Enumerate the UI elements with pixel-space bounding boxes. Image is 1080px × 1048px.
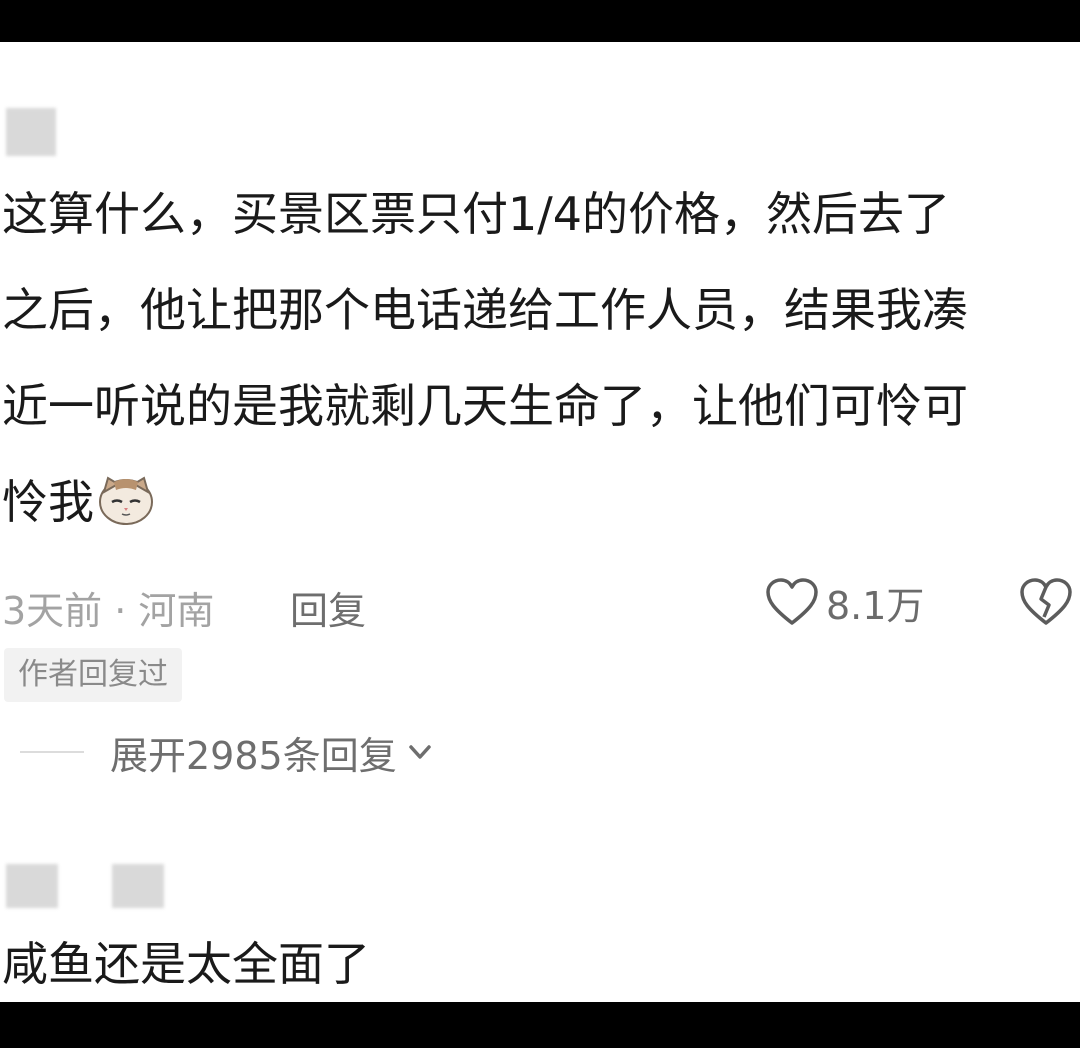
- author-replied-badge: 作者回复过: [4, 648, 182, 702]
- like-count: 8.1万: [826, 583, 925, 628]
- expand-divider: [20, 751, 84, 753]
- comment-1-line-4-text: 怜我: [2, 475, 94, 529]
- like-button[interactable]: 8.1万: [764, 574, 924, 630]
- comment-1-text: 这算什么，买景区票只付1/4的价格，然后去了 之后，他让把那个电话递给工作人员，…: [2, 166, 1078, 550]
- comment-1-line-1: 这算什么，买景区票只付1/4的价格，然后去了: [2, 187, 951, 241]
- dislike-button[interactable]: [1018, 574, 1074, 630]
- comment-1-line-3: 近一听说的是我就剩几天生命了，让他们可怜可: [2, 379, 968, 433]
- comment-1-meta: 3天前 · 河南 回复 8.1万: [0, 574, 1080, 633]
- comment-1-line-2: 之后，他让把那个电话递给工作人员，结果我凑: [2, 283, 968, 337]
- comment-time-location: 3天前 · 河南: [2, 589, 215, 633]
- username-redacted-2b[interactable]: [112, 864, 164, 908]
- comment-screen: 这算什么，买景区票只付1/4的价格，然后去了 之后，他让把那个电话递给工作人员，…: [0, 42, 1080, 1002]
- expand-replies[interactable]: 展开2985条回复: [0, 722, 600, 782]
- reply-button[interactable]: 回复: [290, 580, 366, 635]
- top-black-bar: [0, 0, 1080, 42]
- expand-replies-label[interactable]: 展开2985条回复: [110, 725, 397, 780]
- comment-1-line-4: 怜我: [2, 454, 1078, 550]
- bottom-black-bar: [0, 1002, 1080, 1048]
- chevron-down-icon: [408, 745, 431, 759]
- cat-emoji-icon: [99, 476, 153, 525]
- username-redacted[interactable]: [6, 108, 56, 156]
- username-redacted-2a[interactable]: [6, 864, 58, 908]
- broken-heart-icon: [1020, 578, 1072, 625]
- heart-outline-icon: [766, 578, 818, 625]
- comment-2-text: 咸鱼还是太全面了: [2, 937, 370, 991]
